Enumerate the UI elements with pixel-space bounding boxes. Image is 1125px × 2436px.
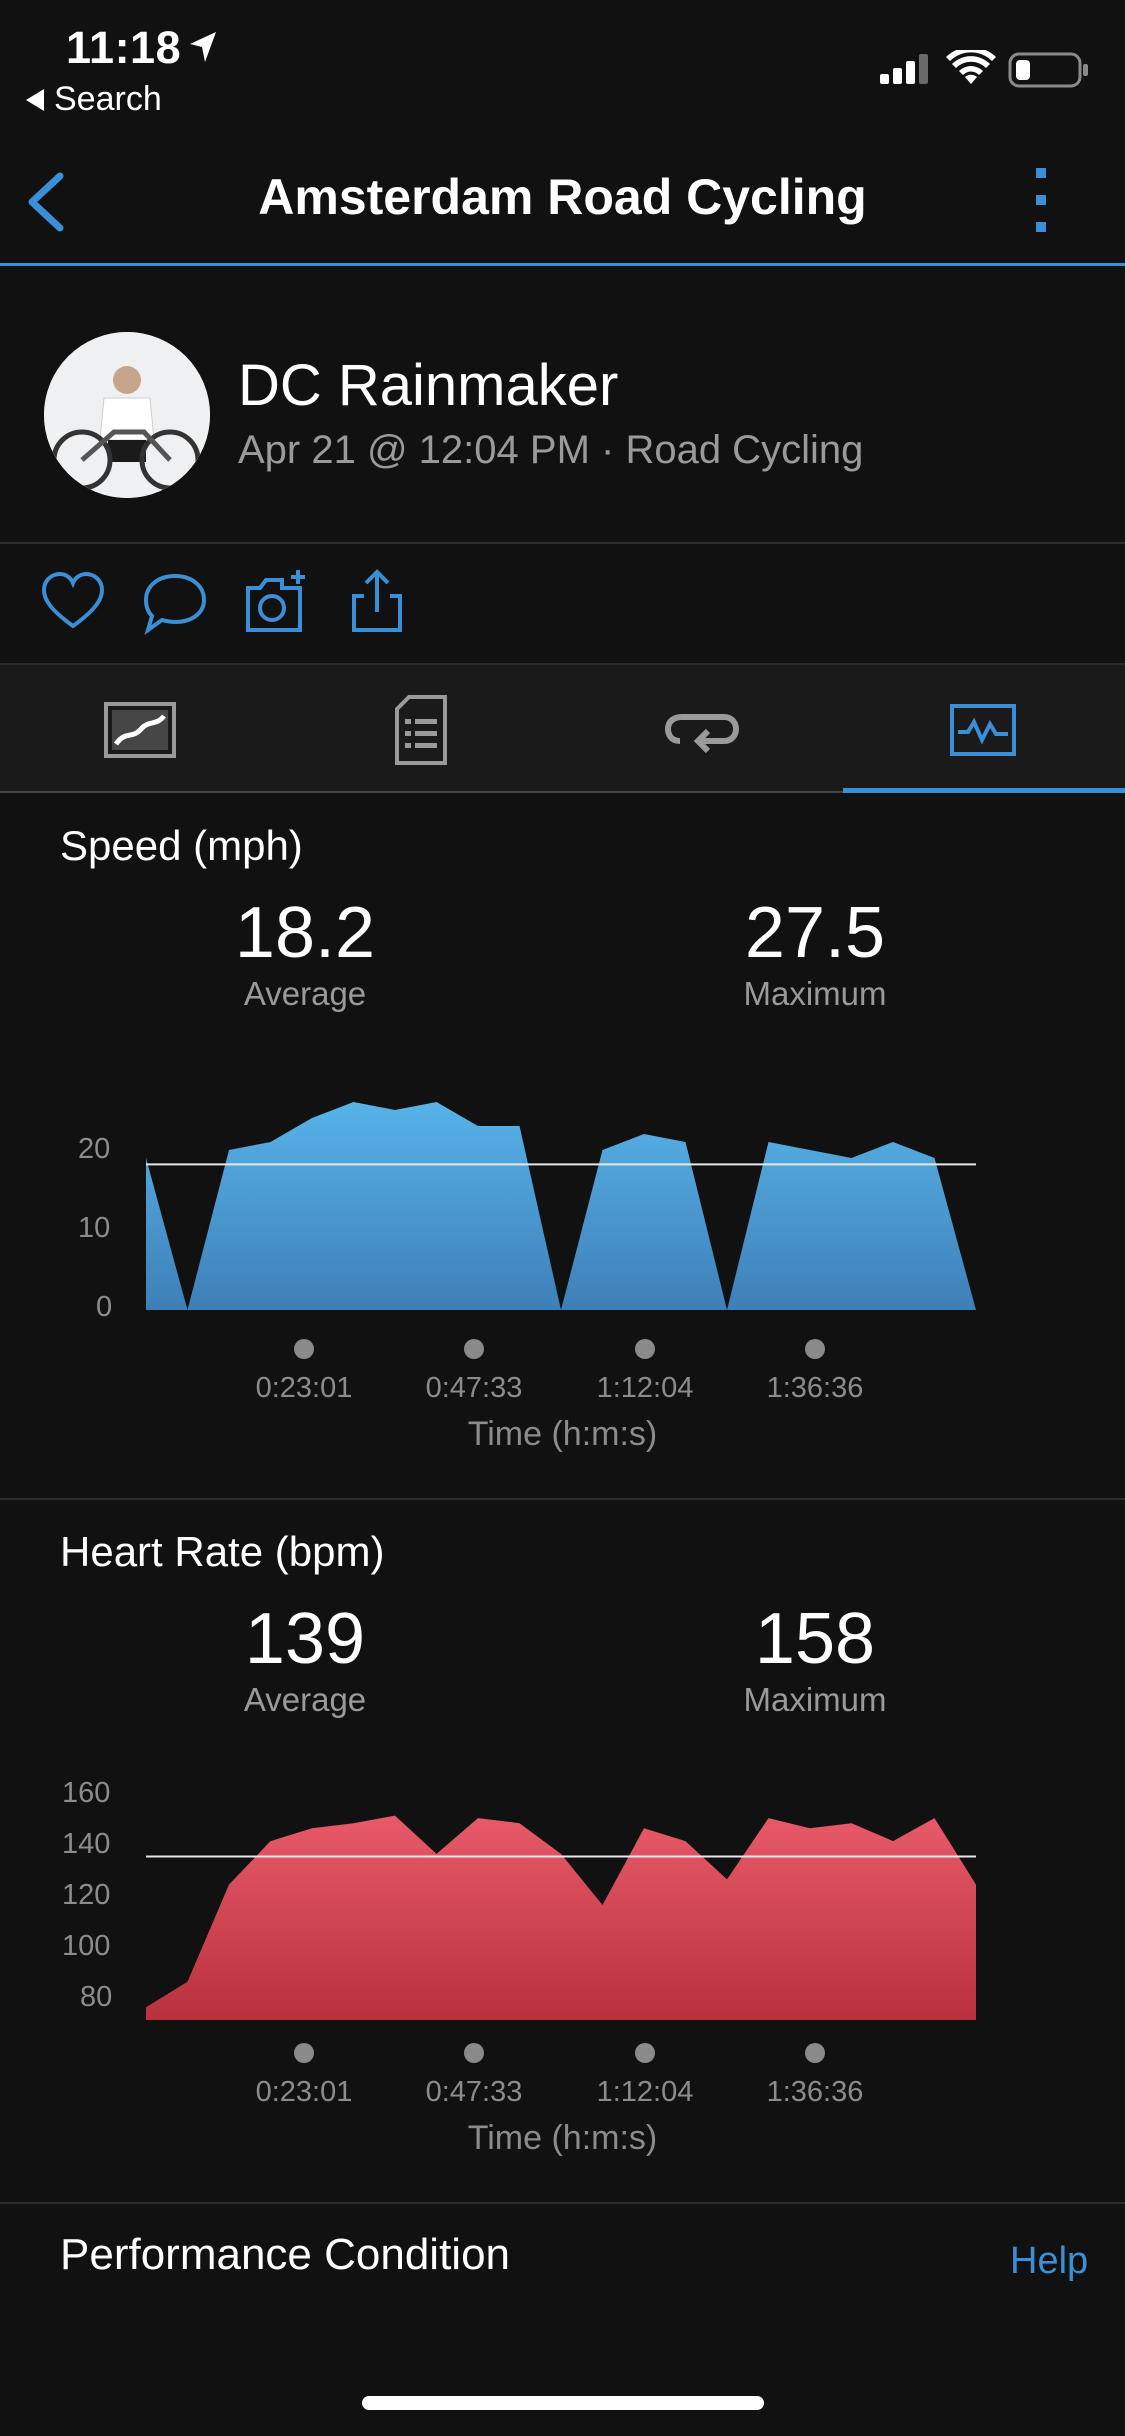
- speed-average-value: 18.2: [234, 893, 376, 973]
- page-title: Amsterdam Road Cycling: [258, 169, 867, 225]
- status-time: 11:18: [66, 22, 182, 73]
- map-icon: [104, 702, 176, 758]
- repeat-icon: [664, 714, 740, 754]
- tab-details[interactable]: [281, 680, 561, 780]
- active-tab-indicator: [843, 788, 1125, 793]
- tab-laps[interactable]: [562, 680, 842, 780]
- speed-xtick-dot: [635, 1339, 655, 1359]
- hr-xtick-dot: [464, 2043, 484, 2063]
- comment-icon[interactable]: [140, 568, 210, 638]
- divider: [0, 2202, 1125, 2204]
- hr-ytick-label: 120: [62, 1879, 111, 1911]
- hr-xtick-dot: [805, 2043, 825, 2063]
- tab-overview[interactable]: [0, 680, 280, 780]
- hr-maximum-label: Maximum: [743, 1681, 887, 1718]
- hr-ytick-label: 140: [62, 1828, 111, 1860]
- hr-area-series: [146, 1815, 976, 2020]
- back-triangle-icon: [26, 88, 44, 111]
- wifi-icon: [946, 50, 996, 84]
- help-link[interactable]: Help: [1010, 2240, 1088, 2283]
- heart-rate-chart: [146, 1815, 976, 2020]
- speed-xtick-dot: [464, 1339, 484, 1359]
- hr-xtick-dot: [635, 2043, 655, 2063]
- tab-charts[interactable]: [843, 680, 1123, 780]
- performance-condition-title: Performance Condition: [60, 2230, 511, 2279]
- signal-icon: [880, 54, 928, 84]
- divider: [0, 542, 1125, 544]
- speed-xtick-dot: [805, 1339, 825, 1359]
- speed-area-series: [146, 1102, 976, 1310]
- speed-average-label: Average: [243, 975, 367, 1012]
- add-photo-icon[interactable]: [242, 568, 312, 638]
- speed-title: Speed (mph): [60, 822, 303, 869]
- heart-icon[interactable]: [38, 568, 108, 638]
- chart-pulse-icon: [950, 704, 1016, 756]
- heart-rate-title: Heart Rate (bpm): [60, 1528, 385, 1575]
- speed-ytick-label: 20: [78, 1133, 111, 1165]
- back-search-label: Search: [54, 80, 162, 118]
- hr-ytick-label: 100: [62, 1930, 111, 1962]
- hr-maximum-value: 158: [754, 1599, 876, 1679]
- avatar-photo: [44, 332, 210, 498]
- hr-xtick-dot: [294, 2043, 314, 2063]
- speed-xtick-dot: [294, 1339, 314, 1359]
- more-options-icon[interactable]: [1026, 166, 1056, 234]
- speed-maximum-value: 27.5: [744, 893, 886, 973]
- hr-average-value: 139: [244, 1599, 366, 1679]
- speed-ytick-label: 0: [96, 1291, 113, 1323]
- user-name: DC Rainmaker: [238, 353, 619, 418]
- speed-xtick-label: 0:47:33: [425, 1372, 523, 1404]
- hr-ytick-label: 160: [62, 1777, 111, 1809]
- document-list-icon: [395, 695, 447, 765]
- back-to-search[interactable]: Search: [26, 80, 162, 119]
- location-arrow-icon: [190, 32, 216, 62]
- divider: [0, 1498, 1125, 1500]
- speed-ytick-label: 10: [78, 1212, 111, 1244]
- speed-maximum-label: Maximum: [743, 975, 887, 1012]
- hr-xaxis-title: Time (h:m:s): [467, 2119, 658, 2157]
- share-icon[interactable]: [344, 568, 414, 638]
- activity-subtitle: Apr 21 @ 12:04 PM · Road Cycling: [238, 428, 864, 472]
- speed-xaxis-title: Time (h:m:s): [467, 1415, 658, 1453]
- speed-xtick-label: 1:36:36: [766, 1372, 864, 1404]
- hr-ytick-label: 80: [80, 1981, 113, 2013]
- speed-chart: [146, 1102, 976, 1310]
- hr-average-label: Average: [243, 1681, 367, 1718]
- hr-xtick-label: 0:47:33: [425, 2076, 523, 2108]
- battery-icon: [1008, 52, 1088, 88]
- avatar[interactable]: [44, 332, 210, 498]
- home-indicator[interactable]: [362, 2396, 764, 2410]
- hr-xtick-label: 1:36:36: [766, 2076, 864, 2108]
